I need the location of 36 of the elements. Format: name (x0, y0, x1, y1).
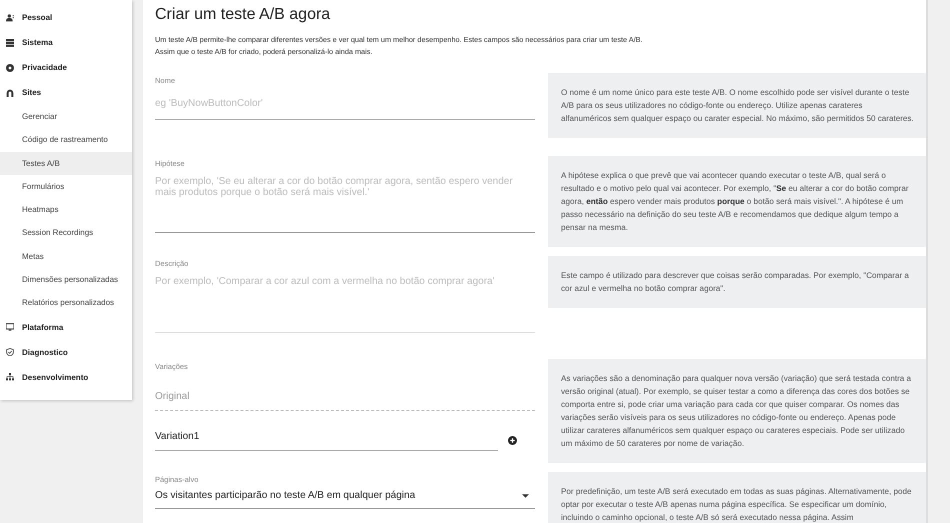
sidebar-subitem[interactable]: Relatórios personalizados (0, 291, 132, 315)
server-icon (6, 38, 14, 46)
sidebar-subitem[interactable]: Testes A/B (0, 152, 132, 175)
shield-icon (6, 348, 14, 356)
sidebar-subitem[interactable]: Dimensões personalizadas (0, 268, 132, 292)
input-field[interactable]: eg 'BuyNowButtonColor' (155, 96, 535, 120)
sidebar-item[interactable]: Pessoal (0, 5, 132, 30)
person-icon (6, 14, 14, 22)
sidebar-item[interactable]: Plataforma (0, 314, 132, 340)
sidebar-subitem[interactable]: Metas (0, 244, 132, 268)
page-title: Criar um teste A/B agora (155, 6, 332, 24)
monitor-icon (6, 323, 14, 332)
sidebar-item[interactable]: Sistema (0, 30, 132, 55)
sidebar-subitem[interactable]: Heatmaps (0, 198, 132, 222)
help-text: Por predefinição, um teste A/B será executado em todas as suas páginas. Alternativamente, pode optar por executar o teste A/B apenas numa página específica. Se especificar um domínio, incluindo o caminho opcional, o teste A/B só será executado nessa página. Assim (548, 472, 926, 523)
help-text: Este campo é utilizado para descrever que coisas serão comparadas. Por exemplo, "Comparar a cor azul e vermelha no botão comprar agora". (548, 256, 926, 308)
sidebar-subitem[interactable]: Código de rastreamento (0, 128, 132, 152)
sidebar-subitem[interactable]: Gerenciar (0, 105, 132, 128)
sidebar-subitem[interactable]: Session Recordings (0, 221, 132, 245)
text-area[interactable]: Por exemplo, 'Se eu alterar a cor do botão comprar agora, sentão espero vender mais produtos porque o botão será mais visível.' (155, 176, 535, 233)
help-text: A hipótese explica o que prevê que vai acontecer quando executar o teste A/B, qual será o resultado e o motivo pelo qual vai acontecer. Por exemplo, "Se eu alterar a cor do botão comprar agora, então espero vender mais produtos porque o botão será mais visível.". A hipótese é um passo necessário na definição do seu teste A/B e recomendamos que dedique algum tempo a pensar na mesma. (548, 156, 926, 247)
variation-field: Original (155, 389, 535, 411)
variation-field[interactable]: Variation1 (155, 429, 498, 451)
sidebar-subitem[interactable]: Formulários (0, 174, 132, 198)
sidebar-item[interactable]: Desenvolvimento (0, 364, 132, 390)
circle-icon (6, 64, 14, 72)
sidebar-item[interactable]: Diagnostico (0, 340, 132, 365)
sitemap-icon (6, 373, 14, 382)
help-text: As variações são a denominação para qualquer nova versão (variação) que será testada contra a versão original (atual). Por exemplo, se quiser testar a como a diferença das cores dos botões se comporta entre si, pode criar uma variação para cada cor que quiser comparar. Os nomes das variações serão visíveis para os seus utilizadores no código-fonte ou endereço. Apenas pode utilizar carateres alfanuméricos sem qualquer espaço ou carateres especiais. Pode ser utilizado um máximo de 50 carateres por nome de variação. (548, 359, 926, 463)
help-text: O nome é um nome único para este teste A/B. O nome escolhido pode ser visível durante o teste A/B para os seus utilizadores no código-fonte ou endereço. Utilize apenas carateres alfanuméricos sem qualquer espaço ou carater especial. No máximo, são permitidos 50 carateres. (548, 73, 926, 138)
sidebar-item[interactable]: Privacidade (0, 55, 132, 80)
add-icon[interactable] (508, 436, 517, 444)
sidebar-item[interactable]: Sites (0, 80, 132, 105)
caret-icon (522, 494, 529, 498)
select-field[interactable]: Os visitantes participarão no teste A/B em qualquer página (155, 488, 535, 509)
arch-icon (6, 88, 14, 96)
